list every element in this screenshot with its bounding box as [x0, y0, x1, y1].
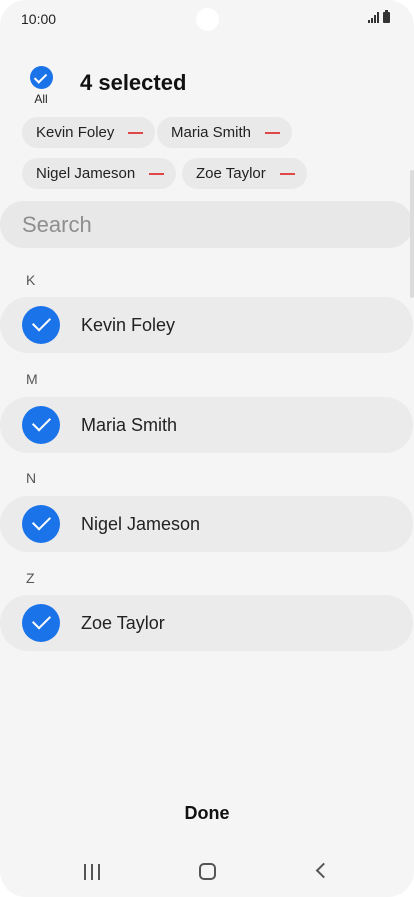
section-header-n: N: [26, 470, 37, 486]
chip-kevin-foley[interactable]: Kevin Foley: [22, 117, 156, 148]
battery-icon: [383, 10, 390, 23]
navigation-bar: [0, 850, 414, 894]
scrollbar[interactable]: [410, 170, 414, 298]
status-bar: 10:00: [0, 0, 414, 40]
contact-row-zoe-taylor[interactable]: Zoe Taylor: [0, 595, 413, 651]
chip-label: Kevin Foley: [36, 124, 115, 141]
check-icon[interactable]: [22, 604, 60, 642]
contact-name: Zoe Taylor: [81, 612, 165, 633]
status-time: 10:00: [21, 11, 57, 27]
signal-icon: [368, 12, 379, 23]
chip-nigel-jameson[interactable]: Nigel Jameson: [22, 158, 177, 189]
section-header-m: M: [26, 371, 38, 387]
select-all-checkbox[interactable]: All: [26, 66, 56, 106]
select-all-check-icon: [29, 66, 53, 89]
select-all-label: All: [34, 92, 48, 106]
chip-maria-smith[interactable]: Maria Smith: [157, 117, 293, 148]
phone-screen: 10:00 All 4 selected Kevin Foley Maria S…: [0, 0, 414, 897]
remove-icon[interactable]: [149, 172, 165, 175]
check-icon[interactable]: [22, 306, 60, 344]
search-input[interactable]: [22, 211, 382, 238]
chip-label: Zoe Taylor: [196, 165, 266, 182]
recent-apps-icon[interactable]: [84, 864, 100, 880]
status-icons: [368, 10, 390, 23]
section-header-k: K: [26, 272, 36, 288]
chip-label: Maria Smith: [171, 124, 252, 141]
contact-name: Nigel Jameson: [81, 513, 201, 534]
done-button[interactable]: Done: [157, 803, 257, 824]
contact-row-nigel-jameson[interactable]: Nigel Jameson: [0, 496, 413, 552]
selected-count-title: 4 selected: [80, 70, 187, 95]
front-camera: [196, 8, 219, 31]
remove-icon[interactable]: [265, 131, 281, 134]
home-icon[interactable]: [199, 863, 216, 880]
check-icon[interactable]: [22, 505, 60, 543]
remove-icon[interactable]: [279, 172, 295, 175]
contact-row-kevin-foley[interactable]: Kevin Foley: [0, 297, 413, 353]
section-header-z: Z: [26, 570, 35, 586]
check-icon[interactable]: [22, 406, 60, 444]
contact-row-maria-smith[interactable]: Maria Smith: [0, 397, 413, 453]
contact-name: Maria Smith: [81, 414, 178, 435]
search-bar[interactable]: [0, 201, 413, 248]
contact-name: Kevin Foley: [81, 314, 176, 335]
chip-zoe-taylor[interactable]: Zoe Taylor: [182, 158, 307, 189]
back-icon[interactable]: [315, 862, 332, 879]
remove-icon[interactable]: [128, 131, 144, 134]
chip-label: Nigel Jameson: [36, 165, 136, 182]
